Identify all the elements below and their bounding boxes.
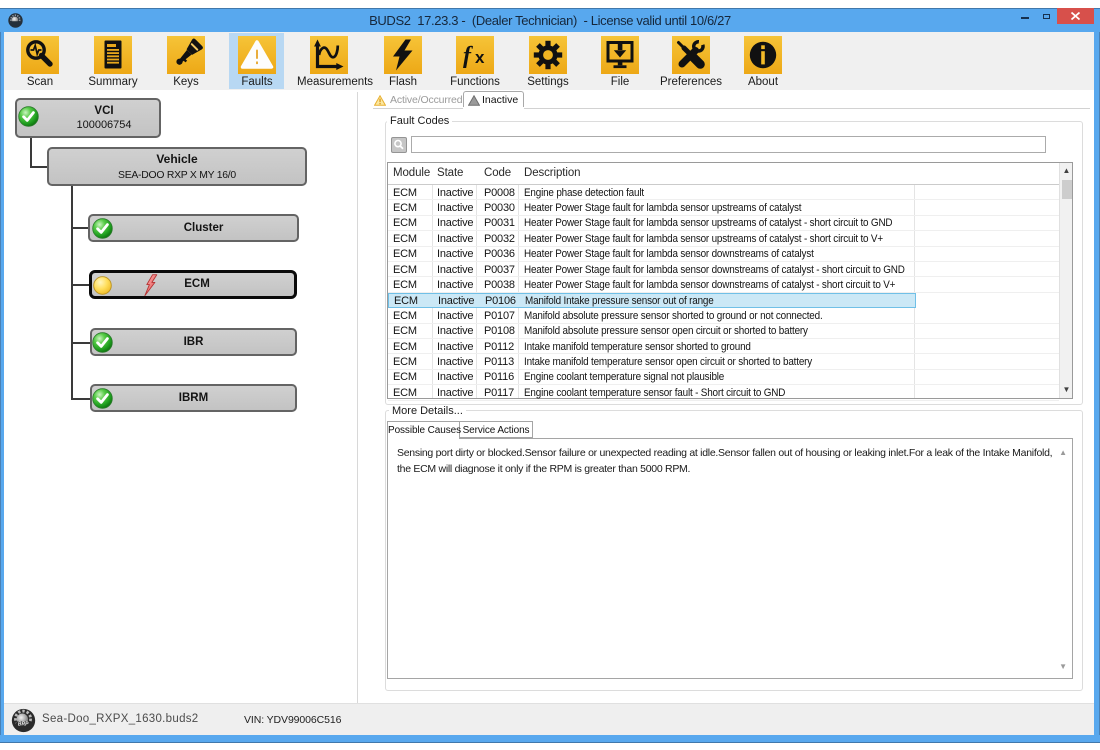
svg-text:x: x [475,48,485,67]
svg-text:BRP: BRP [18,721,29,727]
